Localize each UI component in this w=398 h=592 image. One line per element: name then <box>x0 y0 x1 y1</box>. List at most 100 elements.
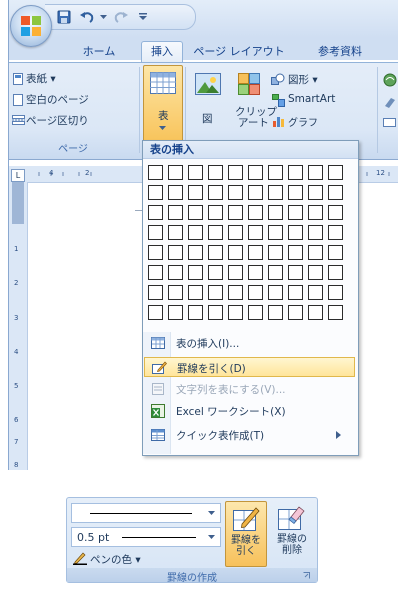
grid-cell[interactable] <box>268 225 283 240</box>
grid-cell[interactable] <box>228 245 243 260</box>
blank-page-button[interactable]: 空白のページ <box>26 92 89 107</box>
hyperlink-icon[interactable] <box>383 73 397 87</box>
grid-cell[interactable] <box>248 165 263 180</box>
picture-button[interactable]: 図 <box>191 73 225 135</box>
clipart-button[interactable]: クリップ アート <box>231 73 277 135</box>
tab-selector[interactable]: L <box>11 169 25 182</box>
grid-cell[interactable] <box>248 225 263 240</box>
tab-page-layout[interactable]: ページ レイアウト <box>189 42 289 62</box>
grid-cell[interactable] <box>188 185 203 200</box>
undo-icon[interactable] <box>77 8 97 26</box>
grid-cell[interactable] <box>328 245 343 260</box>
grid-cell[interactable] <box>328 225 343 240</box>
draw-table-button[interactable]: 罫線を 引く <box>225 501 267 567</box>
grid-cell[interactable] <box>328 265 343 280</box>
grid-cell[interactable] <box>248 245 263 260</box>
grid-cell[interactable] <box>268 265 283 280</box>
grid-cell[interactable] <box>208 265 223 280</box>
menu-item-insert-table[interactable]: 表の挿入(I)... <box>144 333 355 353</box>
grid-cell[interactable] <box>188 245 203 260</box>
grid-cell[interactable] <box>268 205 283 220</box>
grid-cell[interactable] <box>168 265 183 280</box>
grid-cell[interactable] <box>328 285 343 300</box>
grid-cell[interactable] <box>148 165 163 180</box>
grid-cell[interactable] <box>308 265 323 280</box>
grid-cell[interactable] <box>268 245 283 260</box>
grid-cell[interactable] <box>168 165 183 180</box>
grid-cell[interactable] <box>208 305 223 320</box>
grid-cell[interactable] <box>308 205 323 220</box>
grid-cell[interactable] <box>228 305 243 320</box>
grid-cell[interactable] <box>228 265 243 280</box>
tab-insert[interactable]: 挿入 <box>141 41 183 64</box>
grid-cell[interactable] <box>148 185 163 200</box>
grid-cell[interactable] <box>168 225 183 240</box>
tab-home[interactable]: ホーム <box>71 42 127 62</box>
chart-button[interactable]: グラフ <box>288 114 318 129</box>
grid-cell[interactable] <box>288 285 303 300</box>
grid-cell[interactable] <box>228 285 243 300</box>
grid-cell[interactable] <box>288 265 303 280</box>
grid-cell[interactable] <box>288 305 303 320</box>
grid-cell[interactable] <box>248 265 263 280</box>
grid-cell[interactable] <box>268 165 283 180</box>
grid-cell[interactable] <box>308 245 323 260</box>
grid-cell[interactable] <box>248 185 263 200</box>
grid-cell[interactable] <box>328 165 343 180</box>
save-icon[interactable] <box>55 8 73 26</box>
grid-cell[interactable] <box>148 205 163 220</box>
grid-cell[interactable] <box>148 285 163 300</box>
bookmark-icon[interactable] <box>383 96 397 108</box>
tab-references[interactable]: 参考資料 <box>309 42 371 62</box>
grid-cell[interactable] <box>308 165 323 180</box>
grid-cell[interactable] <box>148 305 163 320</box>
smartart-button[interactable]: SmartArt <box>288 93 335 105</box>
cross-reference-icon[interactable] <box>383 118 397 128</box>
grid-cell[interactable] <box>288 165 303 180</box>
page-break-button[interactable]: ページ区切り <box>26 113 89 128</box>
grid-cell[interactable] <box>188 285 203 300</box>
grid-cell[interactable] <box>268 285 283 300</box>
grid-cell[interactable] <box>208 165 223 180</box>
grid-cell[interactable] <box>228 165 243 180</box>
grid-cell[interactable] <box>148 245 163 260</box>
grid-cell[interactable] <box>228 225 243 240</box>
grid-cell[interactable] <box>308 305 323 320</box>
grid-cell[interactable] <box>328 305 343 320</box>
grid-cell[interactable] <box>288 185 303 200</box>
grid-cell[interactable] <box>148 265 163 280</box>
cover-page-button[interactable]: 表紙 ▾ <box>26 71 56 86</box>
grid-cell[interactable] <box>228 185 243 200</box>
grid-cell[interactable] <box>148 225 163 240</box>
office-button[interactable] <box>10 5 52 47</box>
dialog-launcher-icon[interactable] <box>303 572 310 579</box>
grid-cell[interactable] <box>208 245 223 260</box>
grid-cell[interactable] <box>168 205 183 220</box>
grid-cell[interactable] <box>288 245 303 260</box>
grid-cell[interactable] <box>308 285 323 300</box>
grid-cell[interactable] <box>188 225 203 240</box>
grid-cell[interactable] <box>188 205 203 220</box>
grid-cell[interactable] <box>208 225 223 240</box>
grid-cell[interactable] <box>268 305 283 320</box>
grid-cell[interactable] <box>208 285 223 300</box>
qat-customize-icon[interactable] <box>137 8 149 26</box>
eraser-button[interactable]: 罫線の 削除 <box>271 501 313 567</box>
grid-cell[interactable] <box>248 205 263 220</box>
grid-cell[interactable] <box>208 205 223 220</box>
grid-cell[interactable] <box>168 185 183 200</box>
menu-item-draw-table[interactable]: 罫線を引く(D) <box>144 357 355 377</box>
grid-cell[interactable] <box>168 305 183 320</box>
grid-cell[interactable] <box>328 205 343 220</box>
grid-cell[interactable] <box>188 305 203 320</box>
shapes-button[interactable]: 図形 ▾ <box>288 72 318 87</box>
pen-color-button[interactable]: ペンの色 ▾ <box>71 551 161 567</box>
grid-cell[interactable] <box>268 185 283 200</box>
grid-cell[interactable] <box>208 185 223 200</box>
table-button[interactable]: 表 <box>143 65 183 142</box>
grid-cell[interactable] <box>188 265 203 280</box>
undo-dropdown-icon[interactable] <box>98 8 108 26</box>
grid-cell[interactable] <box>328 185 343 200</box>
grid-cell[interactable] <box>228 205 243 220</box>
grid-cell[interactable] <box>308 185 323 200</box>
